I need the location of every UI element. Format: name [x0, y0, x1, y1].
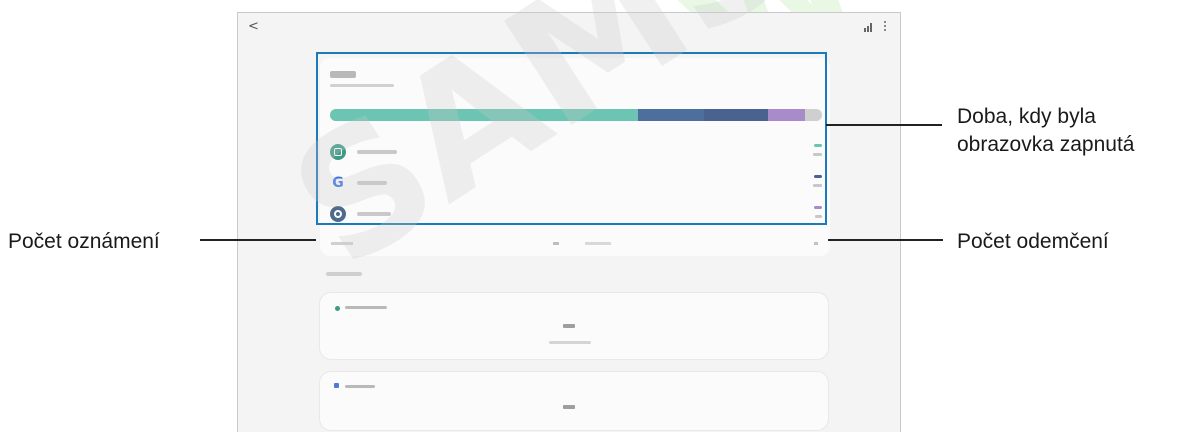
app-row-google[interactable]: G — [330, 175, 822, 195]
app-row-calendar[interactable] — [330, 144, 822, 164]
goal-value — [563, 324, 575, 328]
callout-line-unlocks — [828, 239, 943, 241]
app-row-settings[interactable] — [330, 206, 822, 226]
tablet-screen: < G — [237, 12, 901, 432]
settings-icon — [330, 206, 346, 222]
goal-value — [563, 405, 575, 409]
counts-row[interactable] — [320, 234, 830, 256]
app-usage-time — [815, 215, 822, 218]
usage-bar-segment-dark-blue-2 — [703, 109, 768, 121]
stats-icon[interactable] — [864, 22, 872, 32]
app-usage-pill — [814, 206, 822, 209]
callout-line-screen-time — [826, 124, 942, 126]
usage-bar-segment-grey — [804, 109, 822, 121]
app-name — [357, 212, 391, 216]
goal-subtitle — [549, 341, 591, 344]
callout-notifications: Počet oznámení — [8, 230, 160, 253]
unlocks-count — [814, 242, 818, 245]
callout-screen-time-line2: obrazovka zapnutá — [957, 133, 1135, 156]
app-name — [357, 181, 387, 185]
app-timer-goal-card[interactable] — [319, 371, 829, 431]
goal-label — [345, 385, 375, 388]
lock-icon — [334, 383, 339, 388]
notifications-count — [331, 242, 353, 245]
google-icon: G — [332, 175, 344, 191]
goal-label — [345, 306, 387, 309]
total-usage-time — [330, 71, 356, 78]
app-usage-time — [813, 153, 822, 156]
callout-screen-time-line1: Doba, kdy byla — [957, 105, 1096, 128]
more-options-icon[interactable] — [884, 21, 886, 31]
usage-subtitle — [330, 84, 394, 87]
app-usage-time — [813, 184, 822, 187]
calendar-icon — [330, 144, 346, 160]
usage-bar-segment-dark-blue-1 — [637, 109, 704, 121]
app-name — [357, 150, 397, 154]
app-usage-pill — [814, 144, 822, 147]
usage-bar-segment-teal — [330, 109, 638, 121]
goals-section-title — [326, 272, 362, 276]
count-value — [553, 242, 559, 245]
usage-bar — [330, 109, 822, 121]
count-label — [585, 242, 611, 245]
usage-bar-segment-purple — [767, 109, 805, 121]
screen-time-card[interactable]: G — [320, 58, 830, 256]
callout-unlocks: Počet odemčení — [957, 230, 1109, 253]
screen-time-goal-card[interactable] — [319, 292, 829, 360]
callout-screen-time: Doba, kdy byla obrazovka zapnutá — [957, 103, 1134, 159]
back-arrow-icon[interactable]: < — [248, 19, 259, 34]
app-usage-pill — [814, 175, 822, 178]
goal-icon — [335, 306, 340, 311]
callout-line-notifications — [200, 239, 316, 241]
